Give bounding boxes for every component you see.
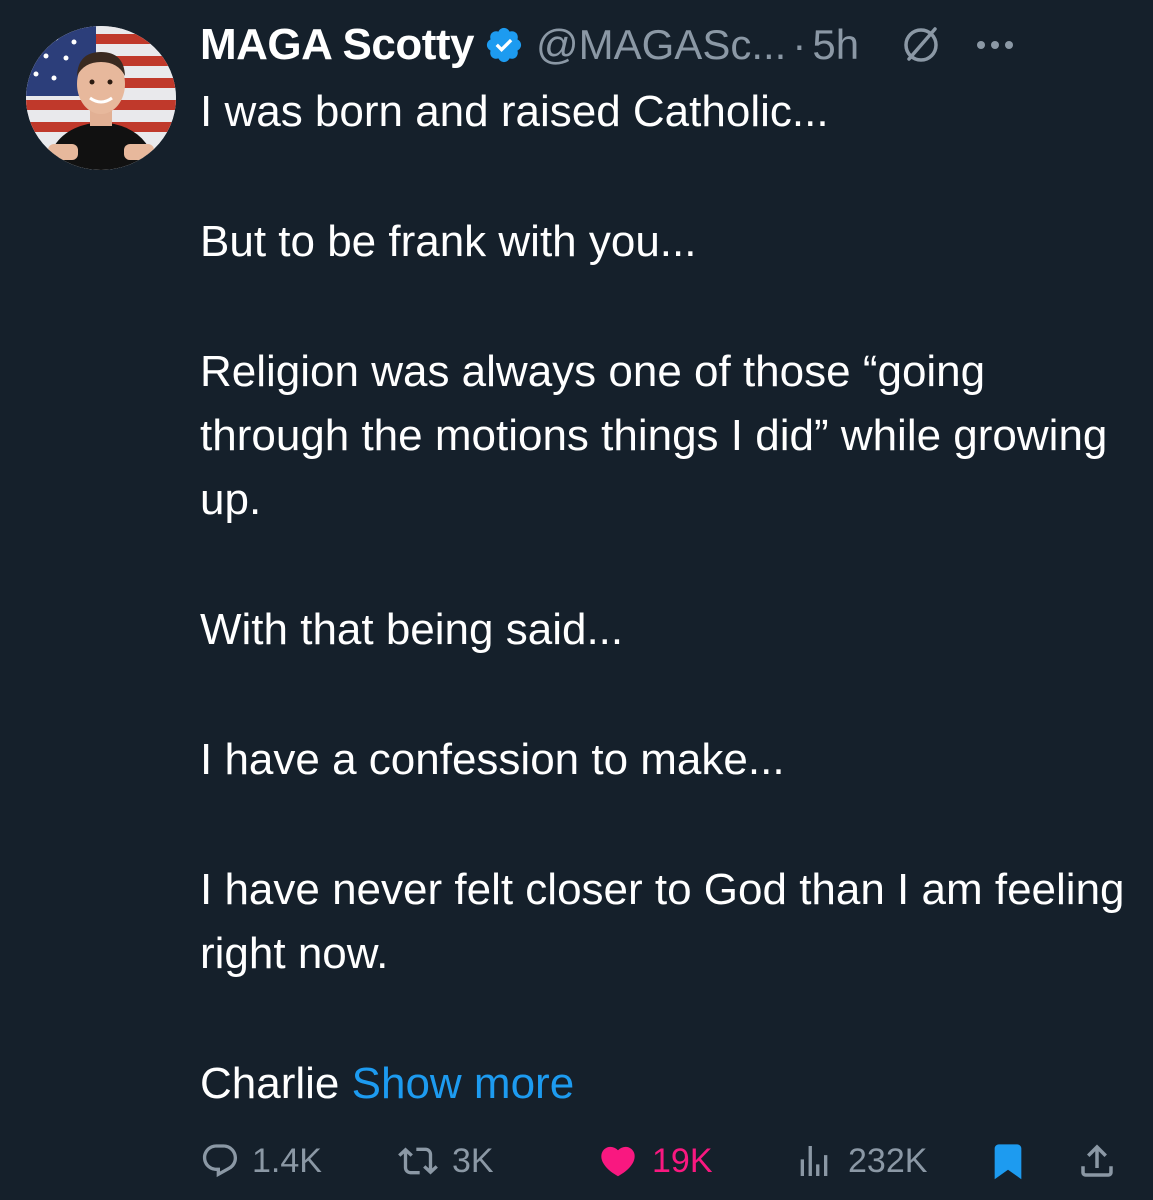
post-last-line: Charlie Show more xyxy=(200,1052,1130,1116)
repost-icon xyxy=(398,1147,438,1175)
verified-badge-icon xyxy=(484,25,524,65)
share-button[interactable] xyxy=(1076,1136,1130,1186)
repost-button[interactable]: 3K xyxy=(396,1136,494,1186)
reply-count: 1.4K xyxy=(252,1141,322,1180)
author-handle[interactable]: @MAGASc... xyxy=(536,21,786,69)
reply-icon xyxy=(202,1144,238,1178)
post-paragraph: I have never felt closer to God than I a… xyxy=(200,865,1125,978)
timestamp[interactable]: 5h xyxy=(812,21,859,69)
bookmark-icon xyxy=(994,1144,1022,1180)
post-text: I was born and raised Catholic... But to… xyxy=(200,80,1130,1116)
post-paragraph: I was born and raised Catholic... xyxy=(200,87,829,136)
post-header: MAGA Scotty @MAGASc... · 5h xyxy=(200,14,1131,76)
bookmark-button[interactable] xyxy=(988,1136,1040,1186)
action-bar: 1.4K 3K 19K 232K xyxy=(200,1136,1123,1186)
views-icon xyxy=(800,1146,828,1176)
reply-button[interactable]: 1.4K xyxy=(200,1136,322,1186)
views-button[interactable]: 232K xyxy=(792,1136,927,1186)
like-count: 19K xyxy=(652,1141,713,1180)
avatar[interactable] xyxy=(26,26,176,170)
post-paragraph: With that being said... xyxy=(200,605,624,654)
post-paragraph: I have a confession to make... xyxy=(200,735,785,784)
post-truncated-text: Charlie xyxy=(200,1059,340,1108)
author-name[interactable]: MAGA Scotty xyxy=(200,20,475,70)
grok-icon[interactable] xyxy=(899,23,943,67)
views-count: 232K xyxy=(848,1141,928,1180)
post-paragraph: But to be frank with you... xyxy=(200,217,697,266)
show-more-link[interactable]: Show more xyxy=(352,1059,575,1108)
separator: · xyxy=(792,21,807,68)
more-icon[interactable] xyxy=(973,35,1017,55)
repost-count: 3K xyxy=(452,1141,494,1180)
tweet[interactable]: MAGA Scotty @MAGASc... · 5h I was born a… xyxy=(0,0,1153,1200)
heart-icon xyxy=(601,1146,635,1177)
share-icon xyxy=(1081,1144,1113,1177)
post-paragraph: Religion was always one of those “going … xyxy=(200,347,1108,524)
like-button[interactable]: 19K xyxy=(596,1136,713,1186)
